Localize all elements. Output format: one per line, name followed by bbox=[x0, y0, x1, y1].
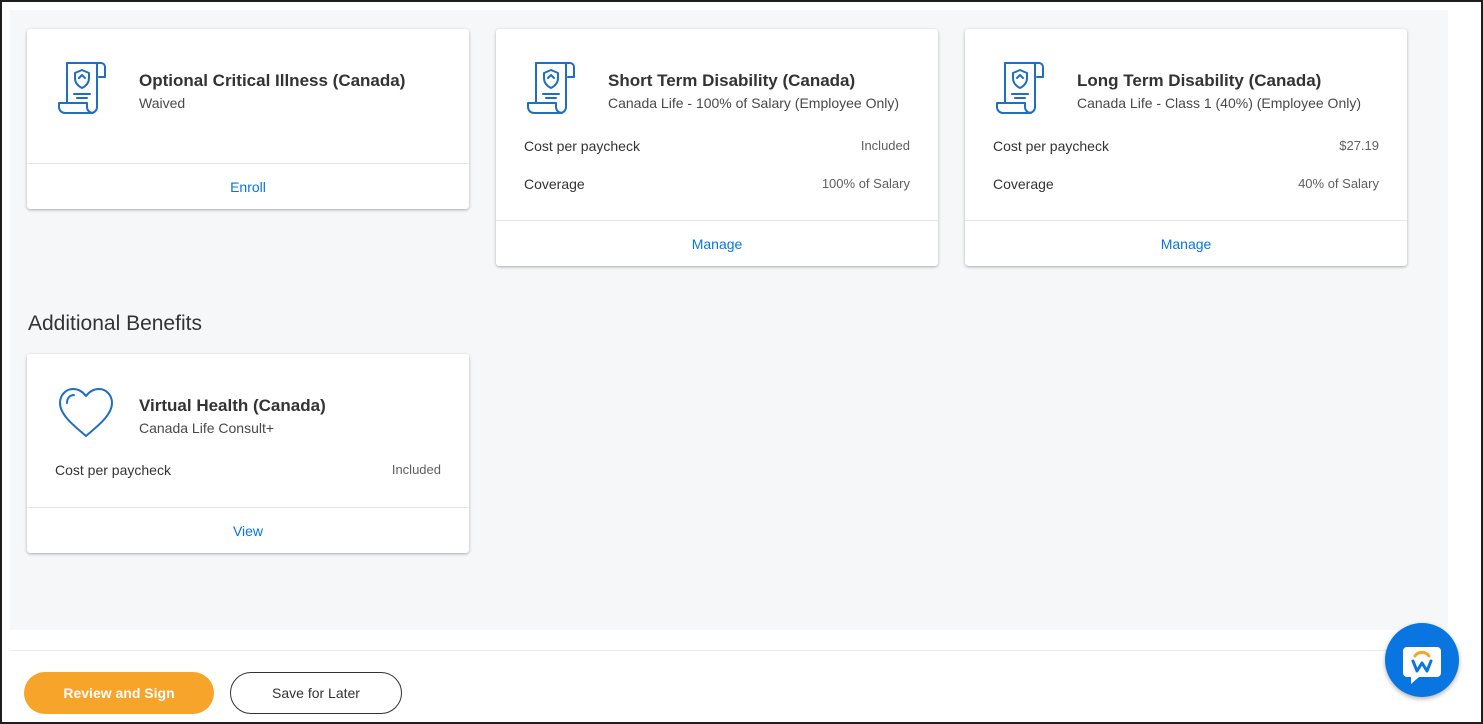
policy-scroll-icon bbox=[58, 62, 106, 114]
policy-scroll-icon bbox=[996, 62, 1044, 114]
policy-scroll-icon bbox=[527, 62, 575, 114]
row-label: Coverage bbox=[993, 176, 1054, 192]
card-title: Long Term Disability (Canada) bbox=[1077, 71, 1322, 90]
cost-row: Cost per paycheck $27.19 bbox=[993, 138, 1379, 158]
row-value: 100% of Salary bbox=[821, 176, 910, 191]
card-subtitle: Canada Life - 100% of Salary (Employee O… bbox=[608, 95, 900, 111]
card-title: Short Term Disability (Canada) bbox=[608, 71, 856, 90]
manage-button[interactable]: Manage bbox=[496, 220, 938, 266]
save-for-later-button[interactable]: Save for Later bbox=[230, 672, 402, 714]
card-subtitle: Waived bbox=[139, 95, 186, 111]
benefit-card-long-term-disability: Long Term Disability (Canada) Canada Lif… bbox=[965, 29, 1407, 266]
row-value: Included bbox=[860, 138, 910, 153]
row-value: $27.19 bbox=[1339, 138, 1379, 153]
row-label: Coverage bbox=[524, 176, 585, 192]
row-label: Cost per paycheck bbox=[55, 462, 171, 478]
enroll-button[interactable]: Enroll bbox=[27, 163, 469, 209]
workday-assistant-icon bbox=[1403, 647, 1441, 684]
benefit-card-virtual-health: Virtual Health (Canada) Canada Life Cons… bbox=[27, 354, 469, 553]
footer-divider bbox=[10, 650, 1448, 651]
coverage-row: Coverage 40% of Salary bbox=[993, 176, 1379, 196]
cost-row: Cost per paycheck Included bbox=[55, 462, 441, 482]
row-value: 40% of Salary bbox=[1298, 176, 1379, 191]
view-button[interactable]: View bbox=[27, 507, 469, 553]
cost-row: Cost per paycheck Included bbox=[524, 138, 910, 158]
card-subtitle: Canada Life - Class 1 (40%) (Employee On… bbox=[1077, 95, 1362, 111]
review-and-sign-button[interactable]: Review and Sign bbox=[24, 672, 214, 714]
row-label: Cost per paycheck bbox=[524, 138, 640, 154]
row-value: Included bbox=[391, 462, 441, 477]
card-subtitle: Canada Life Consult+ bbox=[139, 420, 275, 436]
card-title: Virtual Health (Canada) bbox=[139, 396, 326, 415]
heart-icon bbox=[59, 388, 113, 437]
row-label: Cost per paycheck bbox=[993, 138, 1109, 154]
section-title-additional-benefits: Additional Benefits bbox=[28, 312, 202, 335]
coverage-row: Coverage 100% of Salary bbox=[524, 176, 910, 196]
window-frame: Optional Critical Illness (Canada) Waive… bbox=[0, 0, 1483, 724]
card-title: Optional Critical Illness (Canada) bbox=[139, 71, 406, 90]
manage-button[interactable]: Manage bbox=[965, 220, 1407, 266]
benefit-card-short-term-disability: Short Term Disability (Canada) Canada Li… bbox=[496, 29, 938, 266]
workday-assistant-button[interactable] bbox=[1385, 623, 1459, 697]
benefit-card-critical-illness: Optional Critical Illness (Canada) Waive… bbox=[27, 29, 469, 209]
